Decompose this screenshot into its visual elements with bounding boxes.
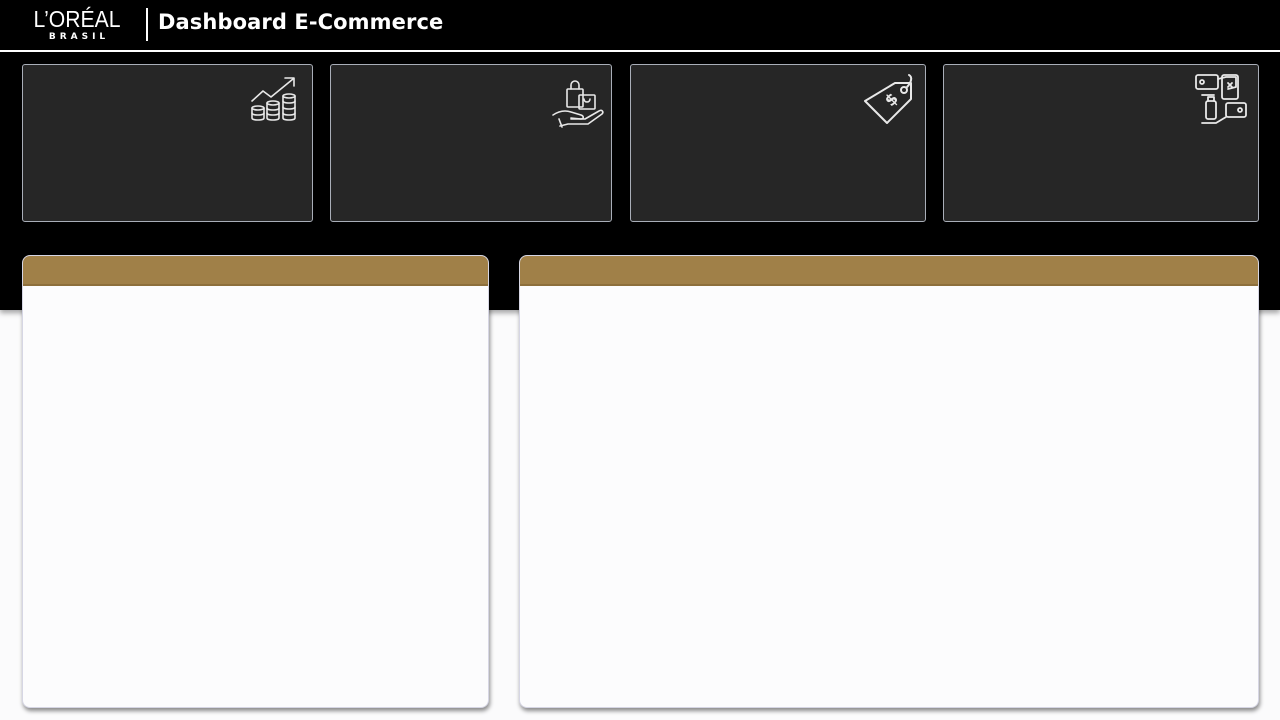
right-panel-header xyxy=(520,256,1258,286)
kpi-card-4[interactable] xyxy=(943,64,1259,222)
price-tag-icon: $ xyxy=(864,74,913,124)
loreal-logo: L’ORÉAL BRASIL xyxy=(20,7,134,43)
right-panel xyxy=(519,255,1259,708)
shopping-bag-hand-icon xyxy=(552,80,604,128)
logo-subtext: BRASIL xyxy=(48,32,110,42)
left-panel-header xyxy=(23,256,488,286)
logo-wordmark: L’ORÉAL xyxy=(33,6,121,32)
page-title: Dashboard E-Commerce xyxy=(158,10,444,34)
left-panel xyxy=(22,255,489,708)
kpi-card-2[interactable] xyxy=(330,64,612,222)
header-divider xyxy=(146,8,148,41)
kpi-card-1[interactable] xyxy=(22,64,313,222)
revenue-growth-icon xyxy=(251,77,296,121)
money-exchange-icon xyxy=(1195,74,1247,124)
app-header: L’ORÉAL BRASIL Dashboard E-Commerce xyxy=(0,0,1280,52)
kpi-card-3[interactable]: $ xyxy=(630,64,926,222)
svg-text:$: $ xyxy=(881,89,902,110)
